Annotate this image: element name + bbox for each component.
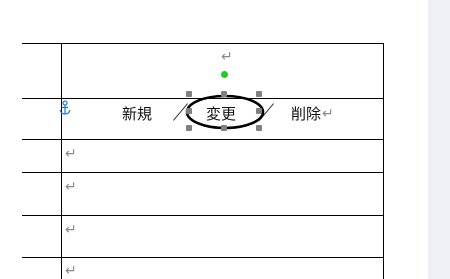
paragraph-mark[interactable]: ↵ [65,264,77,278]
resize-handle-top-right[interactable] [256,91,262,97]
rotation-handle[interactable] [221,71,228,78]
paragraph-mark[interactable]: ↵ [65,223,77,237]
anchor-icon[interactable] [58,100,72,116]
paragraph-mark[interactable]: ↵ [65,147,77,161]
table-column-divider [61,43,62,279]
label-change[interactable]: 変更 [206,106,236,122]
paragraph-mark[interactable]: ↵ [65,180,77,194]
resize-handle-right[interactable] [256,108,262,114]
resize-handle-left[interactable] [186,108,192,114]
table-border-right [383,43,384,279]
document-gutter [428,0,450,279]
table-row-divider [22,215,383,216]
resize-handle-bottom[interactable] [221,125,227,131]
resize-handle-top-left[interactable] [186,91,192,97]
paragraph-mark[interactable]: ↵ [221,50,233,64]
document-page: ↵ 新規 変更 削除 ↵ ↵ ↵ ↵ ↵ [0,0,428,279]
resize-handle-bottom-right[interactable] [256,125,262,131]
label-new[interactable]: 新規 [122,106,152,122]
table-row-divider [22,139,383,140]
table-row-divider [22,172,383,173]
resize-handle-top[interactable] [221,91,227,97]
label-delete[interactable]: 削除 [291,106,321,122]
table-border-top [22,43,383,44]
table-row-divider [22,257,383,258]
paragraph-mark[interactable]: ↵ [322,107,334,121]
resize-handle-bottom-left[interactable] [186,125,192,131]
